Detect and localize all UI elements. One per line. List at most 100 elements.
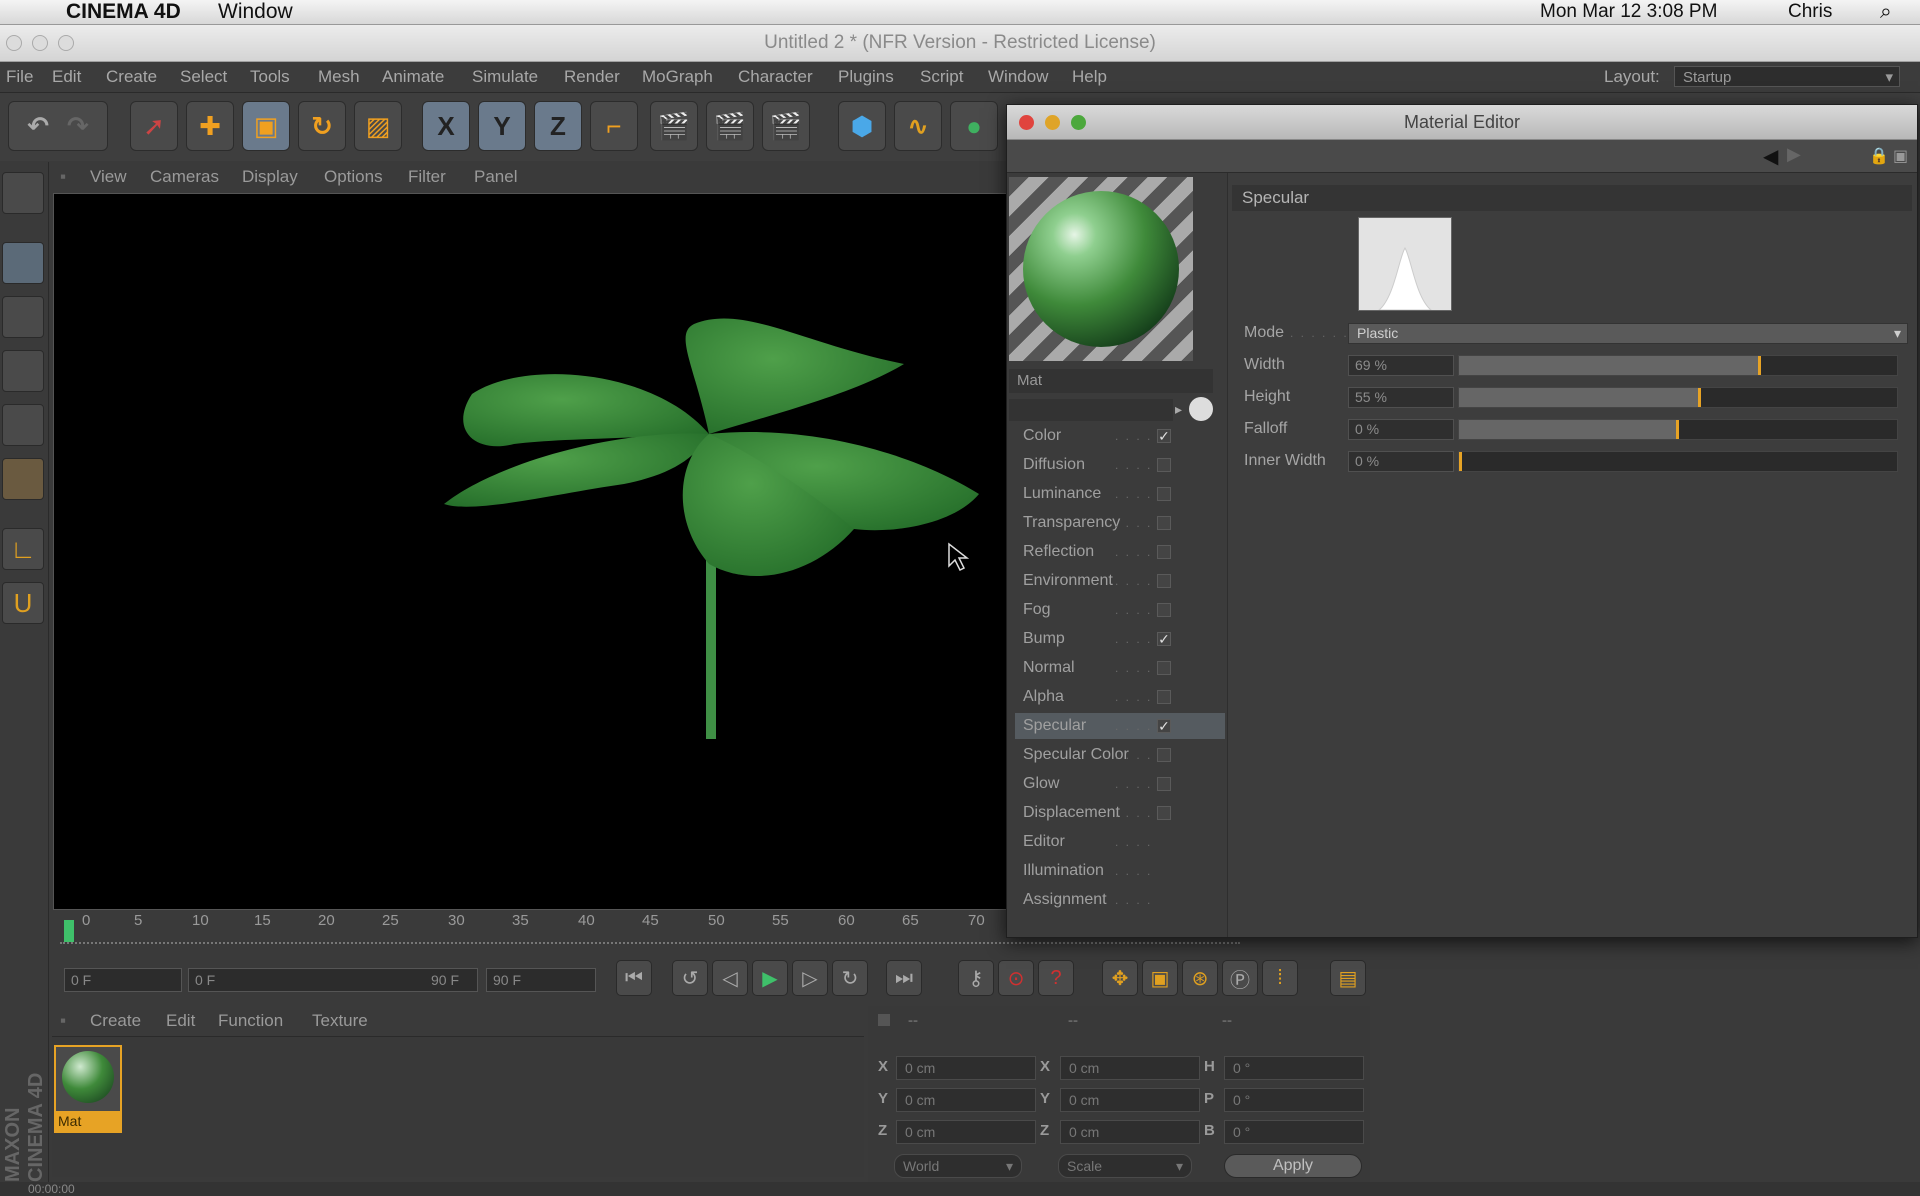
channel-item-assignment[interactable]: Assignment . . . . (1015, 887, 1225, 913)
autokey-button[interactable]: ⊙ (998, 960, 1034, 996)
edges-mode-button[interactable] (2, 404, 44, 446)
channel-item-normal[interactable]: Normal . . . . (1015, 655, 1225, 681)
move-tool-button[interactable]: ✚ (186, 101, 234, 151)
polygons-mode-button[interactable] (2, 458, 44, 500)
scale-track-button[interactable]: ▣ (1142, 960, 1178, 996)
current-frame-field[interactable]: 0 F (64, 968, 182, 992)
points-mode-button[interactable] (2, 350, 44, 392)
recent-tool-button[interactable]: ▨ (354, 101, 402, 151)
back-arrow-icon[interactable]: ◀ (1763, 144, 1778, 169)
render-view-button[interactable]: 🎬 (650, 101, 698, 151)
param-slider[interactable] (1458, 387, 1898, 408)
play-button[interactable]: ▶ (752, 960, 788, 996)
channel-checkbox[interactable] (1157, 806, 1171, 820)
material-menu-create[interactable]: Create (90, 1006, 141, 1036)
channel-item-glow[interactable]: Glow . . . . (1015, 771, 1225, 797)
param-slider[interactable] (1458, 419, 1898, 440)
apply-button[interactable]: Apply (1224, 1154, 1362, 1178)
material-manager-area[interactable]: Mat (52, 1037, 864, 1177)
channel-checkbox[interactable] (1157, 516, 1171, 530)
menu-mesh[interactable]: Mesh (318, 62, 360, 92)
timeline-window-button[interactable]: ▤ (1330, 960, 1366, 996)
menu-window[interactable]: Window (988, 62, 1048, 92)
menu-create[interactable]: Create (106, 62, 157, 92)
layout-select[interactable]: Startup ▾ (1674, 66, 1900, 87)
param-slider[interactable] (1458, 451, 1898, 472)
menu-script[interactable]: Script (920, 62, 963, 92)
menu-file[interactable]: File (6, 62, 33, 92)
workplane-button[interactable]: ∟ (2, 528, 44, 570)
channel-checkbox[interactable] (1157, 545, 1171, 559)
viewport-menu-options[interactable]: Options (324, 162, 383, 192)
param-value-field[interactable]: 69 % (1348, 355, 1454, 376)
previous-frame-button[interactable]: ◁ (712, 960, 748, 996)
menu-mograph[interactable]: MoGraph (642, 62, 713, 92)
render-picture-viewer-button[interactable]: 🎬 (706, 101, 754, 151)
viewport-menu-filter[interactable]: Filter (408, 162, 446, 192)
new-window-icon[interactable]: ▣ (1893, 146, 1908, 166)
keyframe-selection-button[interactable]: ? (1038, 960, 1074, 996)
param-value-field[interactable]: 0 % (1348, 451, 1454, 472)
channel-item-diffusion[interactable]: Diffusion . . . . (1015, 452, 1225, 478)
channel-checkbox[interactable] (1157, 748, 1171, 762)
channel-checkbox[interactable]: ✓ (1157, 429, 1171, 443)
material-editor-titlebar[interactable]: Material Editor (1007, 105, 1917, 140)
material-menu-edit[interactable]: Edit (166, 1006, 195, 1036)
z-axis-button[interactable]: Z (534, 101, 582, 151)
rot-b-field[interactable]: 0 ° (1224, 1120, 1364, 1144)
menu-plugins[interactable]: Plugins (838, 62, 894, 92)
material-name-field[interactable]: Mat (1009, 369, 1213, 393)
coordinates-toggle-icon[interactable] (878, 1014, 890, 1026)
model-mode-button[interactable] (2, 242, 44, 284)
viewport-menu-display[interactable]: Display (242, 162, 298, 192)
material-thumbnail[interactable]: Mat (54, 1045, 122, 1133)
playhead-marker[interactable] (64, 920, 74, 942)
menu-character[interactable]: Character (738, 62, 813, 92)
channel-item-reflection[interactable]: Reflection . . . . (1015, 539, 1225, 565)
previous-key-button[interactable]: ↺ (672, 960, 708, 996)
frame-range-slider[interactable]: 0 F 90 F (188, 968, 478, 992)
channel-item-bump[interactable]: Bump . . . . ✓ (1015, 626, 1225, 652)
channel-item-transparency[interactable]: Transparency. . . . (1015, 510, 1225, 536)
coordinate-mode-select[interactable]: World ▾ (894, 1154, 1022, 1178)
x-axis-button[interactable]: X (422, 101, 470, 151)
material-search-field[interactable] (1009, 399, 1173, 421)
size-x-field[interactable]: 0 cm (1060, 1056, 1200, 1080)
menu-simulate[interactable]: Simulate (472, 62, 538, 92)
next-frame-button[interactable]: ▷ (792, 960, 828, 996)
rot-p-field[interactable]: 0 ° (1224, 1088, 1364, 1112)
add-cube-button[interactable]: ⬢ (838, 101, 886, 151)
viewport-menu-view[interactable]: View (90, 162, 127, 192)
channel-checkbox[interactable] (1157, 458, 1171, 472)
snap-button[interactable]: U (2, 582, 44, 624)
position-track-button[interactable]: ✥ (1102, 960, 1138, 996)
coordinate-system-button[interactable]: ⌐ (590, 101, 638, 151)
viewport-menu-panel[interactable]: Panel (474, 162, 517, 192)
channel-item-environment[interactable]: Environment. . . . (1015, 568, 1225, 594)
channel-item-fog[interactable]: Fog . . . . (1015, 597, 1225, 623)
menu-render[interactable]: Render (564, 62, 620, 92)
viewport-toggle-icon[interactable]: ▪ (60, 162, 66, 192)
texture-mode-button[interactable] (2, 296, 44, 338)
lock-icon[interactable]: 🔒 (1869, 146, 1889, 166)
add-spline-button[interactable]: ∿ (894, 101, 942, 151)
make-editable-button[interactable] (2, 172, 44, 214)
menu-animate[interactable]: Animate (382, 62, 444, 92)
spotlight-icon[interactable]: ⌕ (1880, 0, 1892, 24)
channel-item-luminance[interactable]: Luminance . . . . (1015, 481, 1225, 507)
rotate-tool-button[interactable]: ↻ (298, 101, 346, 151)
scale-tool-button[interactable]: ▣ (242, 101, 290, 151)
rotation-track-button[interactable]: ⊛ (1182, 960, 1218, 996)
param-value-field[interactable]: 0 % (1348, 419, 1454, 440)
point-level-button[interactable]: ⁞ (1262, 960, 1298, 996)
channel-item-alpha[interactable]: Alpha . . . . (1015, 684, 1225, 710)
y-axis-button[interactable]: Y (478, 101, 526, 151)
menu-edit[interactable]: Edit (52, 62, 81, 92)
mode-select[interactable]: Plastic ▾ (1348, 323, 1908, 344)
material-manager-toggle-icon[interactable]: ▪ (60, 1006, 66, 1036)
channel-checkbox[interactable]: ✓ (1157, 632, 1171, 646)
undo-redo-button[interactable]: ↶ ↷ (8, 101, 108, 151)
3d-viewport[interactable] (53, 193, 1009, 910)
menu-select[interactable]: Select (180, 62, 227, 92)
live-select-button[interactable]: ➚ (130, 101, 178, 151)
